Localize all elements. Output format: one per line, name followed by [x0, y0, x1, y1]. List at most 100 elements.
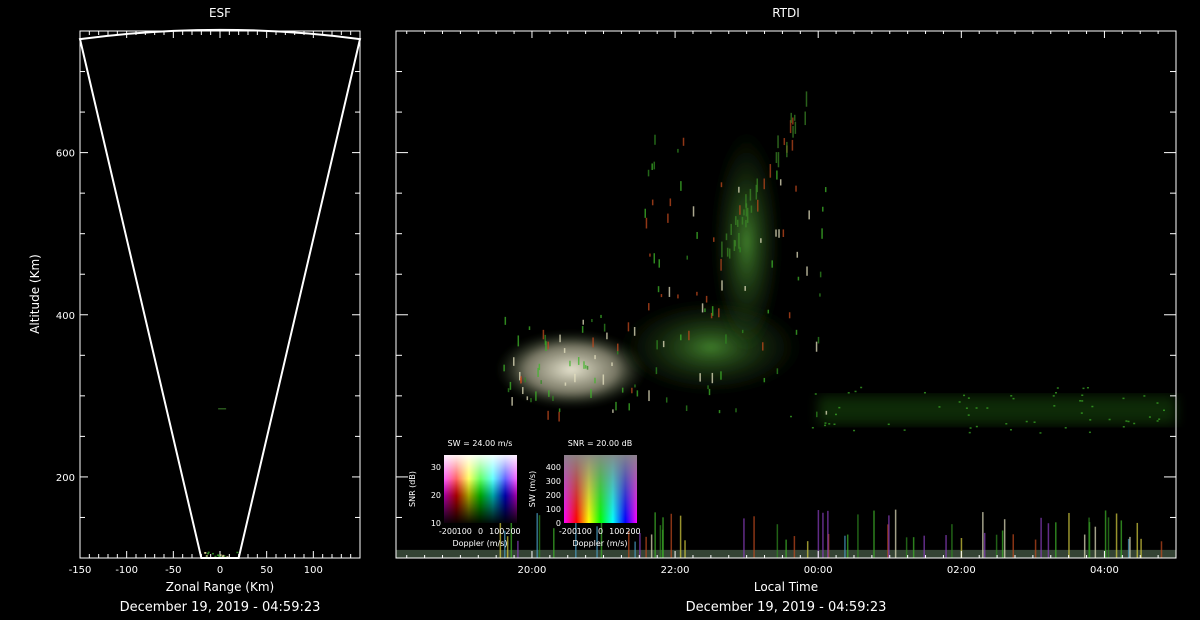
rtdi-layer-dot: [847, 392, 850, 394]
rtdi-bottom-streak: [995, 534, 998, 558]
rtdi-layer-dot: [1064, 427, 1067, 429]
rtdi-bottom-streak: [654, 512, 656, 558]
rtdi-panel: RTDI 20:00 22:00 00:00 02:00 04:00 Local Tim…: [395, 6, 1177, 615]
rtdi-upper-streak: [790, 112, 792, 123]
rtdi-plume-streak: [590, 389, 592, 398]
rtdi-layer-dot: [1122, 397, 1125, 400]
rtdi-plume-streak: [796, 251, 799, 258]
legend-snr-title: SNR = 20.00 dB: [568, 439, 632, 448]
rtdi-plume-streak: [699, 373, 701, 382]
rtdi-plume-streak: [720, 182, 723, 188]
rtdi-plume-streak: [795, 185, 797, 192]
esf-echo-dot: [207, 551, 210, 554]
rtdi-plume-streak: [720, 371, 722, 380]
rtdi-layer-dot: [1089, 419, 1092, 421]
esf-panel: ESF -150 -100 -50 0 50 100 200 400 600 Zonal Ran…: [28, 6, 362, 615]
esf-x-tick-label: -50: [165, 565, 181, 576]
rtdi-plume-streak: [707, 385, 709, 390]
esf-y-tick-label: 200: [56, 473, 75, 484]
rtdi-upper-streak: [721, 241, 723, 258]
rtdi-bottom-streak: [1136, 522, 1139, 558]
esf-date-caption: December 19, 2019 - 04:59:23: [120, 600, 321, 615]
rtdi-layer-dot: [1133, 422, 1136, 425]
legend-sw-dark-layer: [444, 455, 517, 523]
rtdi-plume-streak: [696, 291, 698, 296]
esf-title: ESF: [209, 6, 231, 20]
rtdi-plume-streak: [503, 364, 505, 372]
legend-y-tick-label: 200: [546, 491, 561, 500]
rtdi-plume-streak: [677, 294, 679, 299]
rtdi-upper-streak: [763, 178, 765, 190]
rtdi-upper-streak: [777, 135, 779, 149]
rtdi-upper-streak: [805, 91, 808, 107]
rtdi-bottom-streak: [1094, 526, 1097, 558]
rtdi-plume-streak: [782, 229, 785, 237]
rtdi-plume-streak: [645, 217, 648, 229]
rtdi-layer-dot: [811, 427, 814, 429]
rtdi-bottom-streak: [923, 535, 925, 558]
rtdi-plume-streak: [526, 396, 529, 401]
rtdi-plume-streak: [775, 229, 777, 237]
rtdi-layer-dot: [1086, 386, 1089, 389]
rtdi-plume-streak: [644, 208, 646, 218]
rtdi-plume-streak: [511, 397, 513, 406]
legend-sw-y-label: SNR (dB): [408, 471, 417, 507]
legend-x-tick-label: 0: [478, 527, 483, 536]
rtdi-plume-streak: [817, 336, 820, 344]
rtdi-upper-streak: [738, 232, 740, 249]
rtdi-layer-dot: [1125, 420, 1128, 422]
rtdi-plume-streak: [513, 357, 515, 366]
rtdi-layer-dot: [1088, 431, 1091, 434]
rtdi-plume-streak: [808, 210, 810, 220]
rtdi-plume-streak: [713, 237, 715, 242]
rtdi-plume-streak: [558, 411, 560, 422]
rtdi-plume-streak: [545, 341, 547, 351]
rtdi-upper-streak: [786, 141, 788, 158]
rtdi-x-tick-label: 00:00: [804, 565, 833, 576]
rtdi-bottom-streak: [670, 513, 673, 558]
rtdi-plume-streak: [606, 332, 608, 340]
rtdi-layer-dot: [938, 406, 941, 408]
rtdi-bottom-streak: [1055, 522, 1057, 558]
legend-snr-gray-layer: [564, 455, 637, 523]
esf-echo-dot: [216, 554, 219, 556]
rtdi-layer-dot: [1081, 400, 1084, 402]
rtdi-bottom-streak: [1129, 536, 1131, 558]
rtdi-layer-dot: [1005, 423, 1008, 425]
rtdi-plume-streak: [600, 314, 602, 319]
rtdi-plume-streak: [685, 405, 688, 411]
rtdi-plume-streak: [528, 326, 531, 331]
rtdi-upper-streak: [804, 111, 806, 126]
rtdi-plume-streak: [824, 187, 827, 193]
legend-x-tick-label: 0: [598, 527, 603, 536]
rtdi-layer-dot: [828, 423, 831, 425]
legend-x-tick-label: -200: [439, 527, 457, 536]
rtdi-layer-dot: [1127, 420, 1130, 423]
rtdi-plume-streak: [711, 372, 714, 384]
rtdi-upper-streak: [783, 138, 786, 146]
rtdi-plume-streak: [648, 303, 650, 311]
rtdi-bottom-streak: [1088, 517, 1090, 558]
rtdi-plume-streak: [686, 255, 689, 260]
rtdi-plume-streak: [705, 295, 708, 303]
rtdi-bottom-streak: [1107, 517, 1110, 558]
rtdi-bottom-streak: [639, 532, 641, 558]
rtdi-plume-streak: [584, 365, 587, 369]
rtdi-plume-streak: [795, 329, 798, 335]
rtdi-upper-streak: [756, 178, 758, 193]
esf-echo-dot: [205, 555, 208, 557]
rtdi-layer-dot: [860, 386, 863, 389]
rtdi-layer-dot: [975, 425, 978, 428]
rtdi-plume-streak: [688, 330, 690, 341]
rtdi-plume-streak: [583, 361, 585, 369]
rtdi-bottom-streak: [1040, 517, 1042, 558]
esf-echo-dot: [219, 554, 222, 556]
rtdi-layer-dot: [1122, 426, 1125, 428]
rtdi-plume-streak: [612, 409, 614, 413]
rtdi-bottom-streak: [894, 509, 897, 558]
rtdi-layer-dot: [1052, 395, 1055, 397]
esf-y-axis-label: Altitude (Km): [28, 254, 42, 334]
legend-y-tick-label: 100: [546, 505, 561, 514]
rtdi-bottom-streak: [1160, 541, 1163, 558]
esf-plot-frame: [79, 30, 361, 559]
